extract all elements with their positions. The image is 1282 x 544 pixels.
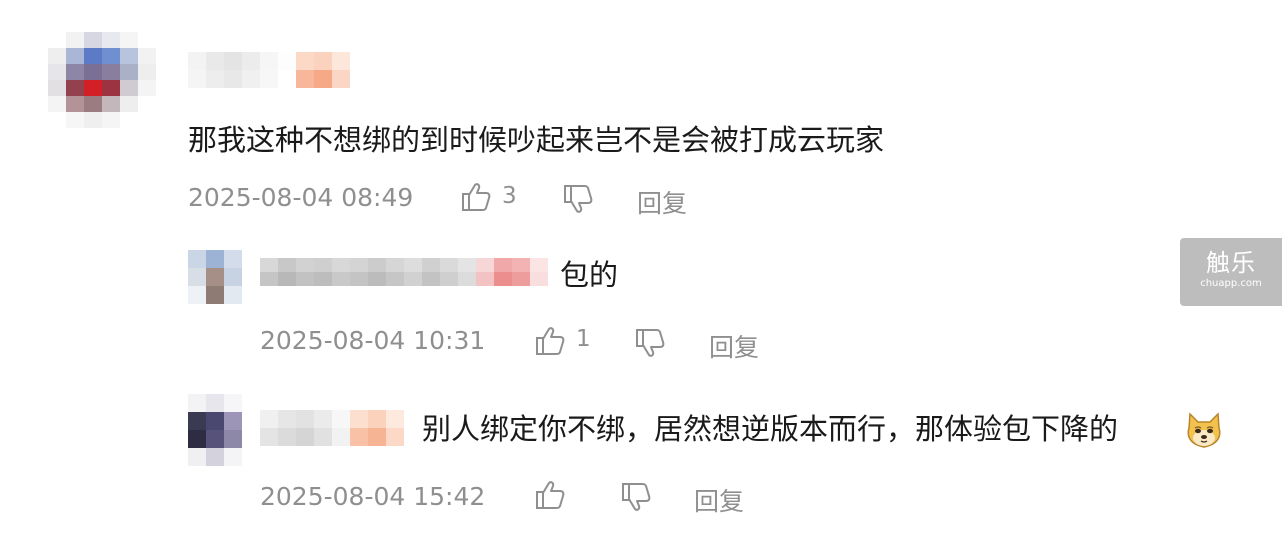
avatar[interactable] <box>188 250 242 304</box>
reply-button[interactable]: 回复 <box>637 184 687 220</box>
comment-text: 那我这种不想绑的到时候吵起来岂不是会被打成云玩家 <box>188 123 885 157</box>
reply-timestamp: 2025-08-04 10:31 <box>260 326 486 355</box>
watermark-logo: 触乐 <box>1206 249 1256 277</box>
thumbs-down-icon[interactable] <box>562 184 594 214</box>
comment-timestamp: 2025-08-04 08:49 <box>188 183 414 212</box>
reply-text: 别人绑定你不绑，居然想逆版本而行，那体验包下降的 <box>422 412 1119 446</box>
username-blurred[interactable] <box>260 258 548 286</box>
reply-button[interactable]: 回复 <box>709 328 759 364</box>
reply-timestamp: 2025-08-04 15:42 <box>260 482 486 511</box>
avatar[interactable] <box>188 394 242 466</box>
site-watermark: 触乐 chuapp.com <box>1180 238 1282 306</box>
reply-button[interactable]: 回复 <box>694 482 744 518</box>
doge-emoji <box>1184 410 1221 448</box>
thumbs-up-icon[interactable] <box>534 326 566 356</box>
username-blurred[interactable] <box>260 410 404 446</box>
like-count: 3 <box>502 183 517 209</box>
reply-text: 包的 <box>560 258 619 292</box>
watermark-domain: chuapp.com <box>1200 278 1262 289</box>
thumbs-up-icon[interactable] <box>534 480 566 510</box>
username-blurred[interactable] <box>188 52 350 88</box>
thumbs-down-icon[interactable] <box>620 482 652 512</box>
like-count: 1 <box>576 326 591 352</box>
avatar[interactable] <box>48 32 156 128</box>
thumbs-down-icon[interactable] <box>634 328 666 358</box>
thumbs-up-icon[interactable] <box>460 182 492 212</box>
